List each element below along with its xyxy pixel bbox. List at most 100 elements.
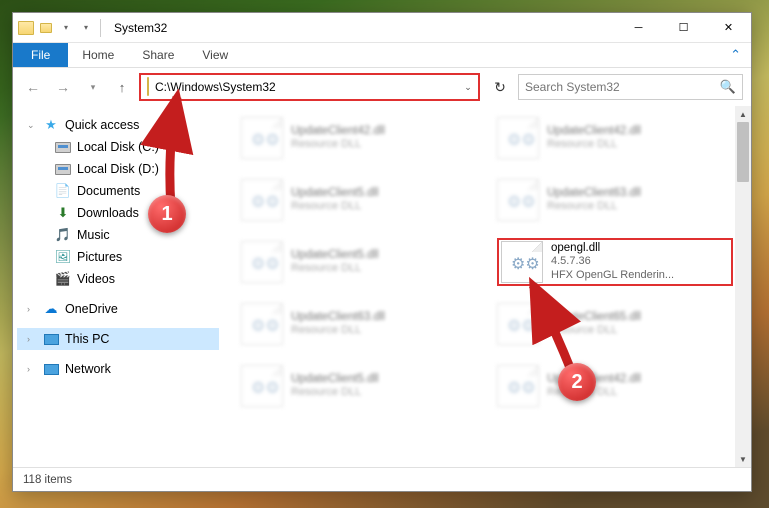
sidebar-item-downloads[interactable]: ⬇Downloads [17, 202, 219, 224]
file-subtitle: Resource DLL [291, 138, 385, 152]
file-meta: UpdateClient5.dllResource DLL [291, 186, 379, 214]
file-meta: UpdateClient42.dllResource DLL [291, 124, 385, 152]
tab-home[interactable]: Home [68, 43, 128, 67]
file-item[interactable]: ⚙⚙ UpdateClient42.dllResource DLL [241, 114, 477, 162]
navigation-bar: ← → ▾ ↑ C:\Windows\System32 ⌄ ↻ 🔍 [13, 68, 751, 106]
body-area: ⌄★Quick access Local Disk (C:) Local Dis… [13, 106, 751, 467]
file-meta: UpdateClient63.dllResource DLL [547, 186, 641, 214]
file-name: UpdateClient5.dll [291, 372, 379, 386]
file-item[interactable]: ⚙⚙ UpdateClient5.dllResource DLL [241, 238, 477, 286]
maximize-button[interactable]: ☐ [661, 13, 706, 42]
file-item[interactable]: ⚙⚙ UpdateClient5.dllResource DLL [241, 176, 477, 224]
up-button[interactable]: ↑ [111, 76, 133, 98]
scroll-thumb[interactable] [737, 122, 749, 182]
qat-overflow-icon[interactable]: ▾ [77, 19, 95, 37]
dll-file-icon: ⚙⚙ [241, 241, 283, 283]
title-bar[interactable]: ▾ ▾ System32 ─ ☐ ✕ [13, 13, 751, 43]
folder-small-icon[interactable] [37, 19, 55, 37]
file-subtitle: Resource DLL [547, 200, 641, 214]
file-name: opengl.dll [551, 241, 674, 255]
address-path[interactable]: C:\Windows\System32 [153, 80, 460, 94]
sidebar-item-local-disk-c[interactable]: Local Disk (C:) [17, 136, 219, 158]
file-tab[interactable]: File [13, 43, 68, 67]
file-item[interactable]: ⚙⚙opengl.dll4.5.7.36HFX OpenGL Renderin.… [497, 238, 733, 286]
dll-file-icon: ⚙⚙ [241, 303, 283, 345]
file-meta: UpdateClient63.dllResource DLL [291, 310, 385, 338]
file-meta: opengl.dll4.5.7.36HFX OpenGL Renderin... [551, 241, 674, 283]
sidebar-item-local-disk-d[interactable]: Local Disk (D:) [17, 158, 219, 180]
window-title: System32 [114, 21, 167, 35]
video-icon: 🎬 [55, 271, 71, 287]
file-item[interactable]: ⚙⚙ UpdateClient63.dllResource DLL [497, 176, 733, 224]
sidebar-item-label: Music [77, 228, 110, 242]
sidebar-quick-access[interactable]: ⌄★Quick access [17, 114, 219, 136]
history-dropdown-icon[interactable]: ▾ [81, 75, 105, 99]
sidebar-item-documents[interactable]: 📄 Documents [17, 180, 219, 202]
sidebar-item-label: Network [65, 362, 111, 376]
dll-file-icon: ⚙⚙ [497, 303, 539, 345]
sidebar-item-label: OneDrive [65, 302, 118, 316]
sidebar-item-label: Videos [77, 272, 115, 286]
search-box[interactable]: 🔍 [518, 74, 743, 100]
sidebar-item-music[interactable]: 🎵 Music [17, 224, 219, 246]
network-icon [43, 361, 59, 377]
file-item[interactable]: ⚙⚙UpdateClient42.dllResource DLL [497, 114, 733, 162]
file-item[interactable]: ⚙⚙ UpdateClient42.dllResource DLL [497, 362, 733, 410]
folder-icon [17, 19, 35, 37]
sidebar-item-label: Downloads [77, 206, 139, 220]
sidebar-onedrive[interactable]: ›☁OneDrive [17, 298, 219, 320]
file-subtitle: Resource DLL [547, 324, 641, 338]
file-meta: UpdateClient42.dllResource DLL [547, 372, 641, 400]
sidebar-item-label: Pictures [77, 250, 122, 264]
file-name: UpdateClient65.dll [547, 310, 641, 324]
file-list-pane[interactable]: ⚙⚙UpdateClient42.dllResource DLL⚙⚙Update… [223, 106, 751, 467]
minimize-button[interactable]: ─ [616, 13, 661, 42]
back-button[interactable]: ← [21, 75, 45, 99]
scroll-down-button[interactable]: ▼ [735, 451, 751, 467]
sidebar-item-videos[interactable]: 🎬 Videos [17, 268, 219, 290]
refresh-button[interactable]: ↻ [488, 75, 512, 99]
file-grid: ⚙⚙UpdateClient42.dllResource DLL⚙⚙Update… [241, 114, 733, 410]
file-item[interactable]: ⚙⚙ UpdateClient5.dllResource DLL [241, 362, 477, 410]
qat-dropdown-icon[interactable]: ▾ [57, 19, 75, 37]
dll-file-icon: ⚙⚙ [241, 365, 283, 407]
sidebar-item-label: Local Disk (C:) [77, 140, 159, 154]
vertical-scrollbar[interactable]: ▲ ▼ [735, 106, 751, 467]
ribbon-tabs: File Home Share View ⌃ [13, 43, 751, 68]
address-bar[interactable]: C:\Windows\System32 ⌄ [139, 73, 480, 101]
forward-button[interactable]: → [51, 75, 75, 99]
search-input[interactable] [525, 80, 720, 94]
file-item[interactable]: ⚙⚙ UpdateClient63.dllResource DLL [241, 300, 477, 348]
drive-icon [55, 161, 71, 177]
file-description: HFX OpenGL Renderin... [551, 269, 674, 283]
ribbon-help-icon[interactable]: ⌃ [720, 43, 751, 67]
sidebar-this-pc[interactable]: ›This PC [17, 328, 219, 350]
close-button[interactable]: ✕ [706, 13, 751, 42]
file-name: UpdateClient5.dll [291, 248, 379, 262]
dll-file-icon: ⚙⚙ [241, 117, 283, 159]
dll-file-icon: ⚙⚙ [497, 179, 539, 221]
navigation-pane[interactable]: ⌄★Quick access Local Disk (C:) Local Dis… [13, 106, 223, 467]
file-item[interactable]: ⚙⚙ UpdateClient65.dllResource DLL [497, 300, 733, 348]
search-icon[interactable]: 🔍 [720, 79, 736, 95]
scroll-up-button[interactable]: ▲ [735, 106, 751, 122]
sidebar-item-label: Documents [77, 184, 140, 198]
file-name: UpdateClient42.dll [547, 372, 641, 386]
separator [100, 19, 101, 37]
pictures-icon: 🖼 [55, 249, 71, 265]
window-controls: ─ ☐ ✕ [616, 13, 751, 42]
sidebar-item-pictures[interactable]: 🖼 Pictures [17, 246, 219, 268]
sidebar-network[interactable]: ›Network [17, 358, 219, 380]
document-icon: 📄 [55, 183, 71, 199]
dll-file-icon: ⚙⚙ [241, 179, 283, 221]
dll-file-icon: ⚙⚙ [497, 365, 539, 407]
address-dropdown-icon[interactable]: ⌄ [460, 82, 476, 93]
tab-view[interactable]: View [188, 43, 242, 67]
music-icon: 🎵 [55, 227, 71, 243]
file-subtitle: Resource DLL [291, 386, 379, 400]
file-subtitle: Resource DLL [291, 262, 379, 276]
file-subtitle: Resource DLL [547, 386, 641, 400]
status-bar: 118 items [13, 467, 751, 491]
folder-icon [147, 78, 149, 96]
tab-share[interactable]: Share [128, 43, 188, 67]
